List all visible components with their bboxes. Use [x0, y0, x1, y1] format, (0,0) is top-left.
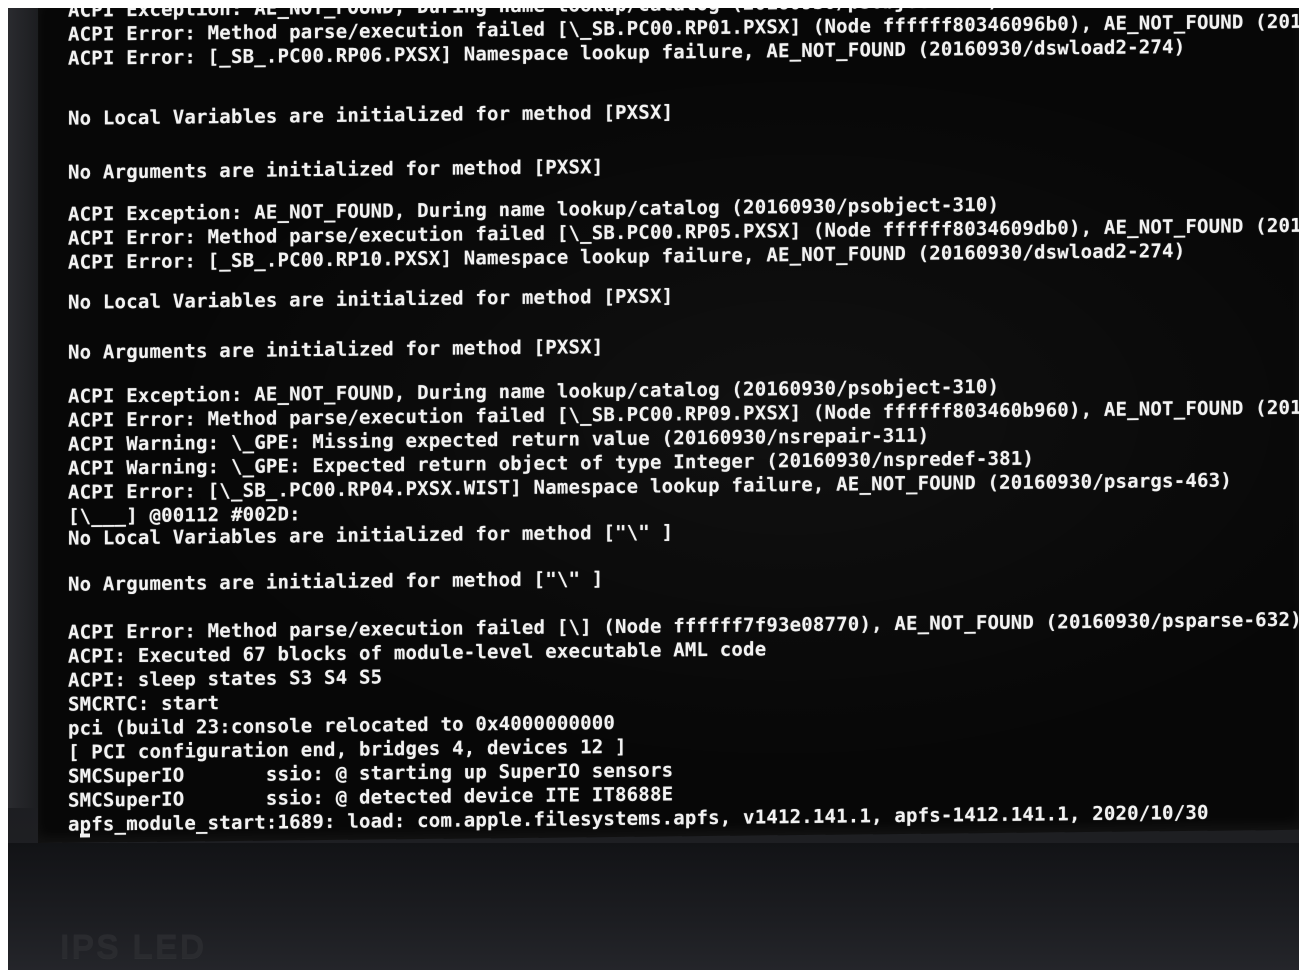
console-line: ACPI: sleep states S3 S4 S5 — [68, 666, 383, 692]
boot-console: ACPI Exception: AE_NOT_FOUND, During nam… — [68, 8, 1299, 838]
photo-of-monitor: ACPI Exception: AE_NOT_FOUND, During nam… — [8, 8, 1299, 970]
terminal-cursor[interactable] — [80, 833, 90, 838]
console-line: No Arguments are initialized for method … — [68, 568, 604, 596]
monitor-screen: ACPI Exception: AE_NOT_FOUND, During nam… — [38, 8, 1299, 843]
console-line: No Arguments are initialized for method … — [68, 336, 604, 364]
console-line: ACPI: Executed 67 blocks of module-level… — [68, 638, 767, 668]
monitor-left-bezel — [8, 8, 38, 808]
console-line: No Arguments are initialized for method … — [68, 156, 604, 184]
console-line: pci (build 23:console relocated to 0x400… — [68, 711, 616, 740]
console-line: [\___] @00112 #002D: — [68, 503, 301, 528]
console-line: SMCRTC: start — [68, 692, 220, 716]
console-line: No Local Variables are initialized for m… — [68, 285, 674, 314]
console-line: No Local Variables are initialized for m… — [68, 101, 674, 130]
monitor-brand-label: IPS LED — [60, 928, 207, 966]
console-line: [ PCI configuration end, bridges 4, devi… — [68, 735, 627, 764]
